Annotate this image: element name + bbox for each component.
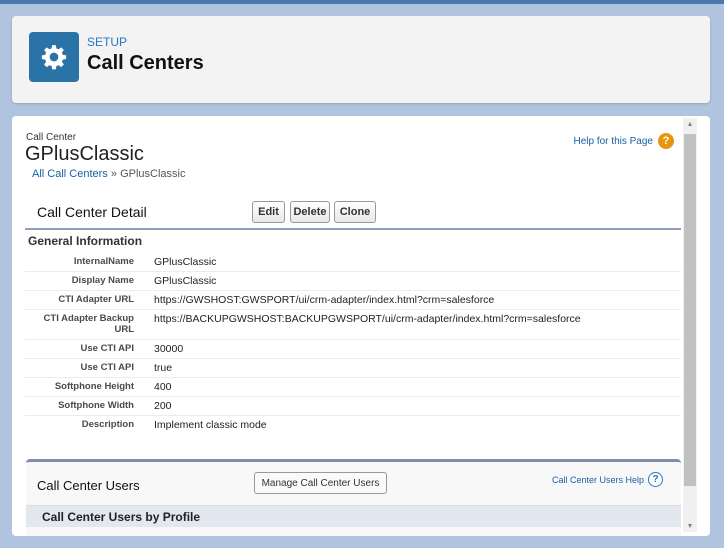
- breadcrumb-current: GPlusClassic: [120, 168, 186, 180]
- scroll-up-icon[interactable]: ▲: [683, 121, 697, 128]
- field-row: Softphone Width 200: [25, 397, 681, 416]
- field-label: Use CTI API: [80, 343, 135, 354]
- detail-title: Call Center Detail: [37, 204, 147, 220]
- help-icon[interactable]: ?: [648, 472, 663, 487]
- field-row: Softphone Height 400: [25, 378, 681, 397]
- field-row: Description Implement classic mode: [25, 416, 681, 435]
- field-value: 200: [154, 400, 172, 412]
- page-header: SETUP Call Centers: [12, 16, 710, 103]
- field-row: Display Name GPlusClassic: [25, 272, 681, 291]
- field-label: Use CTI API: [80, 362, 135, 373]
- field-label: CTI Adapter Backup URL: [43, 313, 134, 335]
- help-icon[interactable]: ?: [658, 133, 674, 149]
- users-title: Call Center Users: [37, 478, 140, 493]
- field-row: CTI Adapter URL https://GWSHOST:GWSPORT/u…: [25, 291, 681, 310]
- field-row: CTI Adapter Backup URL https://BACKUPGWSH…: [25, 310, 681, 340]
- divider: [25, 228, 681, 230]
- users-help-text[interactable]: Call Center Users Help: [552, 475, 644, 485]
- breadcrumb: All Call Centers » GPlusClassic: [32, 168, 185, 180]
- field-label: Softphone Width: [58, 400, 134, 411]
- delete-button[interactable]: Delete: [290, 201, 330, 223]
- manage-call-center-users-button[interactable]: Manage Call Center Users: [254, 472, 387, 494]
- field-row: InternalName GPlusClassic: [25, 253, 681, 272]
- field-label: InternalName: [73, 256, 134, 267]
- scroll-down-icon[interactable]: ▼: [683, 523, 697, 530]
- field-value: true: [154, 362, 173, 374]
- field-value: Implement classic mode: [154, 419, 267, 431]
- record-name: GPlusClassic: [25, 143, 144, 165]
- section-heading: General Information: [28, 234, 143, 248]
- breadcrumb-all-call-centers[interactable]: All Call Centers: [32, 168, 108, 180]
- header-section-label: SETUP: [87, 35, 128, 49]
- breadcrumb-separator: »: [110, 168, 117, 180]
- edit-button[interactable]: Edit: [252, 201, 285, 223]
- field-row: Use CTI API true: [25, 359, 681, 378]
- top-band: [0, 0, 724, 4]
- field-value: https://BACKUPGWSHOST:BACKUPGWSPORT/ui/c…: [154, 313, 581, 325]
- users-by-profile-header: Call Center Users by Profile: [26, 505, 681, 527]
- field-label: Description: [81, 419, 134, 430]
- scrollbar-thumb[interactable]: [684, 134, 696, 486]
- call-center-users-section: Call Center Users Manage Call Center Use…: [26, 459, 681, 536]
- field-value: GPlusClassic: [154, 256, 217, 268]
- field-value: https://GWSHOST:GWSPORT/ui/crm-adapter/i…: [154, 294, 495, 306]
- field-label: CTI Adapter URL: [58, 294, 134, 305]
- field-value: 30000: [154, 343, 184, 355]
- help-for-page-link[interactable]: Help for this Page ?: [574, 133, 674, 149]
- field-value: GPlusClassic: [154, 275, 217, 287]
- field-value: 400: [154, 381, 172, 393]
- detail-panel: Call Center GPlusClassic All Call Center…: [12, 116, 710, 536]
- field-label: Display Name: [71, 275, 134, 286]
- users-help-link[interactable]: Call Center Users Help ?: [552, 472, 663, 487]
- field-list: InternalName GPlusClassic Display Name GPl…: [25, 253, 681, 435]
- page-title: Call Centers: [87, 52, 204, 74]
- scrollbar[interactable]: ▲ ▼: [683, 118, 697, 532]
- gear-icon: [29, 32, 79, 82]
- help-link-text[interactable]: Help for this Page: [574, 136, 654, 147]
- clone-button[interactable]: Clone: [334, 201, 376, 223]
- field-label: Softphone Height: [54, 381, 134, 392]
- record-type-label: Call Center: [26, 132, 77, 143]
- field-row: Use CTI API 30000: [25, 340, 681, 359]
